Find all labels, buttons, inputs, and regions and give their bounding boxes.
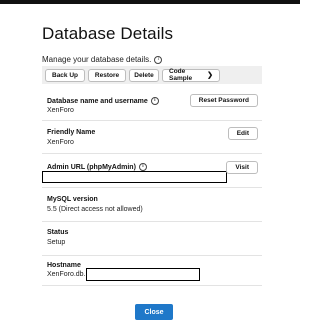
back-up-button[interactable]: Back Up (45, 68, 85, 82)
section-admin-url: Admin URL (phpMyAdmin) i Visit (42, 154, 262, 188)
subtitle-text: Manage your database details. (42, 55, 152, 64)
db-name-label-row: Database name and username i (47, 97, 159, 105)
chevron-down-icon: ❯ (207, 72, 213, 79)
redacted-admin-url (42, 171, 227, 183)
code-sample-dropdown[interactable]: Code Sample ❯ (162, 68, 220, 82)
info-icon[interactable]: i (154, 55, 163, 64)
mysql-version-value: 5.5 (Direct access not allowed) (47, 206, 143, 213)
admin-url-label: Admin URL (phpMyAdmin) (47, 163, 136, 171)
redacted-hostname (86, 268, 200, 281)
status-value: Setup (47, 239, 66, 246)
hostname-value: XenForo.db. (47, 271, 86, 278)
friendly-name-label: Friendly Name (47, 129, 96, 136)
db-name-value: XenForo (47, 107, 74, 114)
db-name-label: Database name and username (47, 97, 148, 105)
status-label: Status (47, 229, 69, 236)
delete-button[interactable]: Delete (129, 68, 159, 82)
section-mysql-version: MySQL version 5.5 (Direct access not all… (42, 188, 262, 222)
section-friendly-name: Friendly Name XenForo Edit (42, 121, 262, 154)
top-bar (0, 0, 300, 4)
info-icon[interactable]: i (150, 97, 159, 105)
dialog-subtitle: Manage your database details. i (42, 55, 163, 64)
info-icon[interactable]: i (138, 163, 147, 171)
actions-toolbar: Back Up Restore Delete Code Sample ❯ (42, 66, 262, 84)
close-button[interactable]: Close (135, 304, 173, 320)
hostname-label: Hostname (47, 262, 81, 269)
section-db-name: Database name and username i XenForo Res… (42, 88, 262, 121)
friendly-name-value: XenForo (47, 139, 74, 146)
section-hostname: Hostname XenForo.db. (42, 256, 262, 286)
mysql-version-label: MySQL version (47, 196, 98, 203)
admin-url-label-row: Admin URL (phpMyAdmin) i (47, 163, 147, 171)
section-status: Status Setup (42, 222, 262, 256)
visit-button[interactable]: Visit (226, 161, 258, 174)
restore-button[interactable]: Restore (88, 68, 126, 82)
code-sample-label: Code Sample (169, 68, 193, 82)
page-title: Database Details (42, 24, 174, 43)
edit-button[interactable]: Edit (227, 127, 258, 140)
reset-password-button[interactable]: Reset Password (189, 94, 258, 107)
